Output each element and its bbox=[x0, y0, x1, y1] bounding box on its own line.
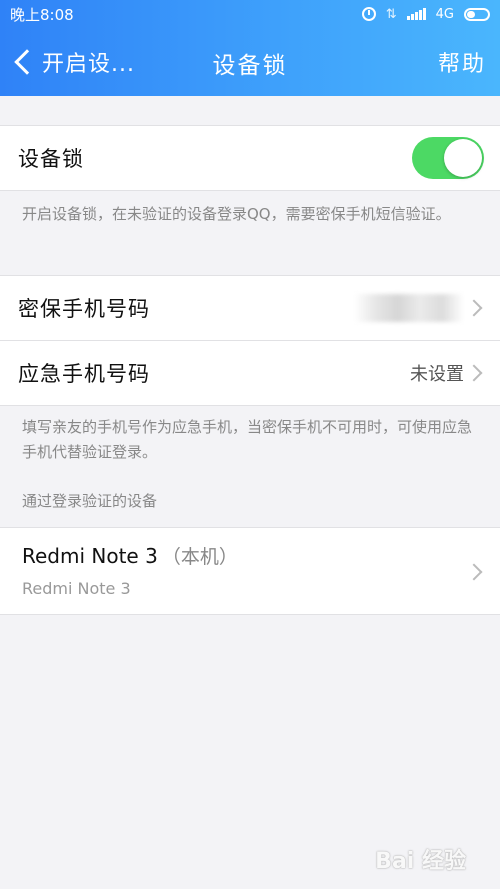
header: 晚上8:08 ⇅ 4G 开启设... 设备锁 帮助 bbox=[0, 0, 500, 96]
data-transfer-icon: ⇅ bbox=[385, 6, 397, 22]
battery-icon bbox=[464, 7, 490, 21]
device-item[interactable]: Redmi Note 3 （本机） Redmi Note 3 bbox=[0, 528, 500, 614]
device-name: Redmi Note 3 bbox=[22, 544, 158, 568]
status-bar: 晚上8:08 ⇅ 4G bbox=[0, 0, 500, 28]
devices-card: Redmi Note 3 （本机） Redmi Note 3 bbox=[0, 527, 500, 615]
navigation-bar: 开启设... 设备锁 帮助 bbox=[0, 28, 500, 96]
security-phone-label: 密保手机号码 bbox=[18, 297, 150, 321]
emergency-phone-row[interactable]: 应急手机号码 未设置 bbox=[0, 341, 500, 405]
devices-section-title: 通过登录验证的设备 bbox=[22, 492, 158, 510]
emergency-phone-label: 应急手机号码 bbox=[18, 362, 150, 386]
device-lock-card: 设备锁 bbox=[0, 125, 500, 191]
device-model: Redmi Note 3 bbox=[22, 579, 131, 598]
signal-icon bbox=[406, 8, 426, 20]
device-lock-label: 设备锁 bbox=[18, 147, 84, 171]
device-lock-toggle[interactable] bbox=[412, 137, 484, 179]
chevron-right-icon bbox=[465, 299, 483, 317]
device-lock-note: 开启设备锁，在未验证的设备登录QQ，需要密保手机短信验证。 bbox=[22, 205, 451, 223]
phones-card: 密保手机号码 应急手机号码 未设置 bbox=[0, 275, 500, 406]
emergency-phone-note: 填写亲友的手机号作为应急手机，当密保手机不可用时，可使用应急手机代替验证登录。 bbox=[22, 418, 473, 461]
watermark: Bai 经验 bbox=[375, 849, 466, 874]
device-lock-row: 设备锁 bbox=[0, 126, 500, 190]
toggle-knob bbox=[444, 139, 482, 177]
help-button[interactable]: 帮助 bbox=[438, 46, 486, 78]
device-current-tag: （本机） bbox=[161, 546, 238, 568]
chevron-right-icon bbox=[465, 364, 483, 382]
emergency-phone-value: 未设置 bbox=[410, 364, 464, 385]
security-phone-row[interactable]: 密保手机号码 bbox=[0, 276, 500, 340]
masked-phone-number bbox=[354, 294, 464, 322]
alarm-icon bbox=[361, 7, 376, 21]
page-title: 设备锁 bbox=[212, 53, 288, 79]
network-type: 4G bbox=[435, 6, 454, 22]
status-time: 晚上8:08 bbox=[10, 5, 74, 24]
